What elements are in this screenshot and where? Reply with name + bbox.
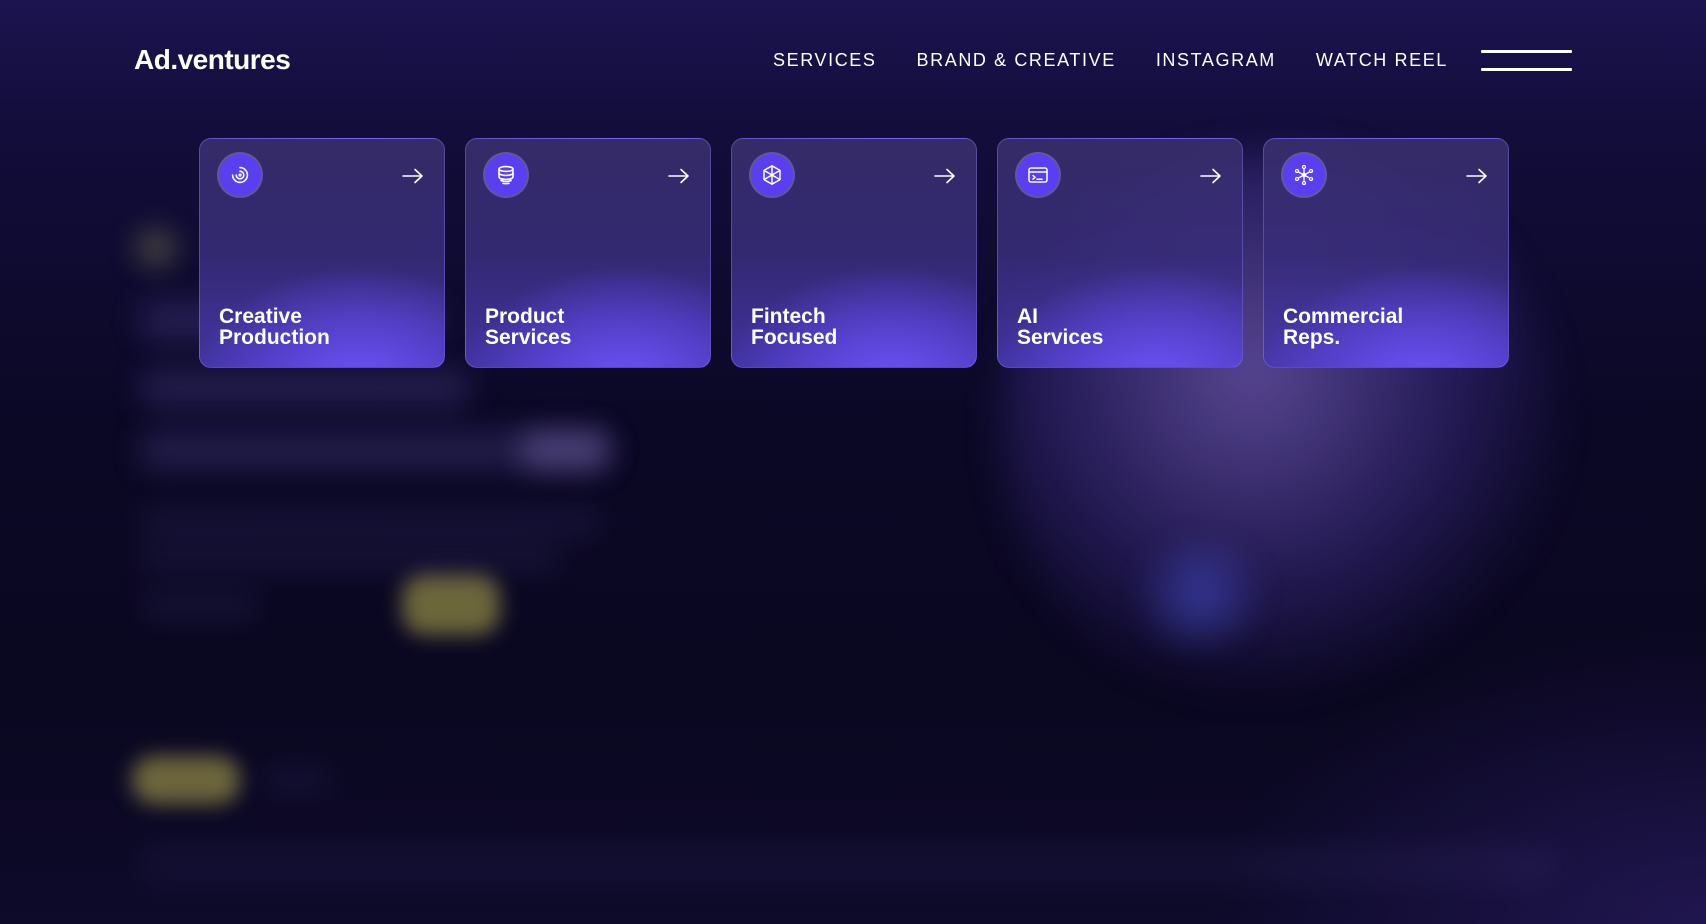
- blurred-dot: [136, 228, 176, 268]
- blurred-caption: [262, 768, 332, 792]
- card-ai-services[interactable]: AI Services: [997, 138, 1243, 368]
- card-commercial-reps[interactable]: Commercial Reps.: [1263, 138, 1509, 368]
- blurred-highlight: [520, 430, 610, 470]
- menu-line-bottom: [1481, 68, 1572, 71]
- card-title: Product Services: [485, 305, 572, 349]
- blurred-yellow-button: [402, 575, 500, 635]
- menu-line-top: [1481, 50, 1572, 53]
- card-creative-production[interactable]: Creative Production: [199, 138, 445, 368]
- card-title: Fintech Focused: [751, 305, 838, 349]
- arrow-right-icon: [1466, 168, 1487, 184]
- database-icon: [485, 154, 527, 196]
- blurred-orb-highlight: [1120, 540, 1280, 650]
- blurred-paragraph-line-1: [140, 510, 600, 536]
- card-title: AI Services: [1017, 305, 1104, 349]
- nav-link-services[interactable]: SERVICES: [773, 50, 877, 71]
- nav-link-watch-reel[interactable]: WATCH REEL: [1316, 50, 1448, 71]
- blurred-logo-strip: [140, 845, 1560, 885]
- main-nav: SERVICES BRAND & CREATIVE INSTAGRAM WATC…: [773, 50, 1448, 71]
- blurred-yellow-badge: [132, 756, 240, 804]
- card-fintech-focused[interactable]: Fintech Focused: [731, 138, 977, 368]
- network-icon: [1283, 154, 1325, 196]
- cube-icon: [751, 154, 793, 196]
- services-menu: Creative Production Product Services Fin…: [199, 138, 1509, 368]
- blurred-paragraph-line-2: [140, 545, 560, 571]
- hamburger-menu-icon[interactable]: [1481, 50, 1572, 72]
- blurred-label: [140, 590, 260, 620]
- arrow-right-icon: [934, 168, 955, 184]
- blurred-heading-line-3: [140, 430, 610, 470]
- arrow-right-icon: [1200, 168, 1221, 184]
- card-title: Creative Production: [219, 305, 330, 349]
- terminal-window-icon: [1017, 154, 1059, 196]
- blurred-heading-line-2: [140, 368, 470, 408]
- arrow-right-icon: [402, 168, 423, 184]
- arrow-right-icon: [668, 168, 689, 184]
- card-title: Commercial Reps.: [1283, 305, 1404, 349]
- nav-link-instagram[interactable]: INSTAGRAM: [1156, 50, 1276, 71]
- spiral-icon: [219, 154, 261, 196]
- nav-link-brand-creative[interactable]: BRAND & CREATIVE: [917, 50, 1116, 71]
- logo[interactable]: Ad.ventures: [134, 44, 291, 76]
- card-product-services[interactable]: Product Services: [465, 138, 711, 368]
- site-header: Ad.ventures SERVICES BRAND & CREATIVE IN…: [0, 0, 1706, 120]
